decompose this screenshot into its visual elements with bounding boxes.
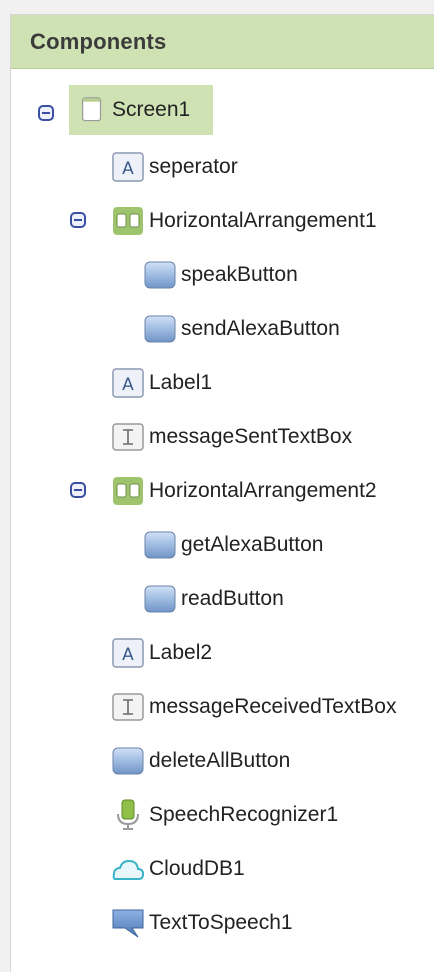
tree-item-label: Label2: [149, 641, 213, 664]
svg-text:A: A: [122, 159, 134, 179]
tree-item-label: seperator: [149, 155, 238, 178]
label-icon: A: [112, 152, 144, 182]
panel-title: Components: [30, 28, 167, 54]
button-icon: [144, 261, 176, 289]
label-icon: A: [112, 638, 144, 668]
tree-item-messagereceivedtextbox[interactable]: messageReceivedTextBox: [112, 683, 396, 731]
tree-item-sendalexabutton[interactable]: sendAlexaButton: [144, 305, 340, 353]
button-icon: [144, 585, 176, 613]
tree-item-label: deleteAllButton: [149, 749, 291, 772]
tree-item-label: HorizontalArrangement2: [149, 479, 377, 502]
component-tree: Screen1 A seperator HorizontalArrangemen…: [11, 69, 434, 972]
tree-item-label: getAlexaButton: [181, 533, 324, 556]
textbox-icon: [112, 693, 144, 721]
tree-item-label: sendAlexaButton: [181, 317, 340, 340]
tree-item-getalexabutton[interactable]: getAlexaButton: [144, 521, 323, 569]
tree-item-readbutton[interactable]: readButton: [144, 575, 284, 623]
text-to-speech-icon: [112, 909, 144, 938]
tree-item-label2[interactable]: A Label2: [112, 629, 212, 677]
svg-text:A: A: [122, 645, 134, 665]
svg-text:A: A: [122, 375, 134, 395]
tree-item-speechrecognizer1[interactable]: SpeechRecognizer1: [112, 791, 338, 839]
tree-item-label: CloudDB1: [149, 857, 245, 880]
tree-item-texttospeech1[interactable]: TextToSpeech1: [112, 899, 293, 947]
screen-icon: [82, 97, 102, 122]
tree-item-label: TextToSpeech1: [149, 911, 293, 934]
tree-item-label: SpeechRecognizer1: [149, 803, 339, 826]
collapse-horizontalarrangement2-toggle[interactable]: [70, 482, 86, 498]
tree-item-label: HorizontalArrangement1: [149, 209, 377, 232]
horizontal-arrangement-icon: [113, 207, 143, 235]
tree-item-speakbutton[interactable]: speakButton: [144, 251, 298, 299]
speech-recognizer-icon: [117, 799, 139, 830]
tree-item-deleteallbutton[interactable]: deleteAllButton: [112, 737, 290, 785]
tree-item-horizontalarrangement1[interactable]: HorizontalArrangement1: [112, 197, 377, 245]
components-header: Components: [11, 15, 434, 69]
tree-item-clouddb1[interactable]: CloudDB1: [112, 845, 245, 893]
tree-item-screen1[interactable]: Screen1: [69, 85, 213, 135]
tree-item-label1[interactable]: A Label1: [112, 359, 212, 407]
textbox-icon: [112, 423, 144, 451]
tree-item-messagesenttextbox[interactable]: messageSentTextBox: [112, 413, 352, 461]
tree-item-label: messageReceivedTextBox: [149, 695, 397, 718]
components-panel: Components Screen1 A seperator Horizonta…: [10, 14, 434, 972]
tree-item-seperator[interactable]: A seperator: [112, 143, 238, 191]
tree-item-horizontalarrangement2[interactable]: HorizontalArrangement2: [112, 467, 377, 515]
tree-item-label: Screen1: [112, 98, 191, 121]
horizontal-arrangement-icon: [113, 477, 143, 505]
button-icon: [112, 747, 144, 775]
label-icon: A: [112, 368, 144, 398]
tree-item-label: speakButton: [181, 263, 298, 286]
tree-item-label: readButton: [181, 587, 284, 610]
clouddb-icon: [112, 859, 144, 880]
collapse-screen1-toggle[interactable]: [38, 105, 54, 121]
collapse-horizontalarrangement1-toggle[interactable]: [70, 212, 86, 228]
tree-item-label: Label1: [149, 371, 213, 394]
button-icon: [144, 315, 176, 343]
tree-item-label: messageSentTextBox: [149, 425, 353, 448]
button-icon: [144, 531, 176, 559]
